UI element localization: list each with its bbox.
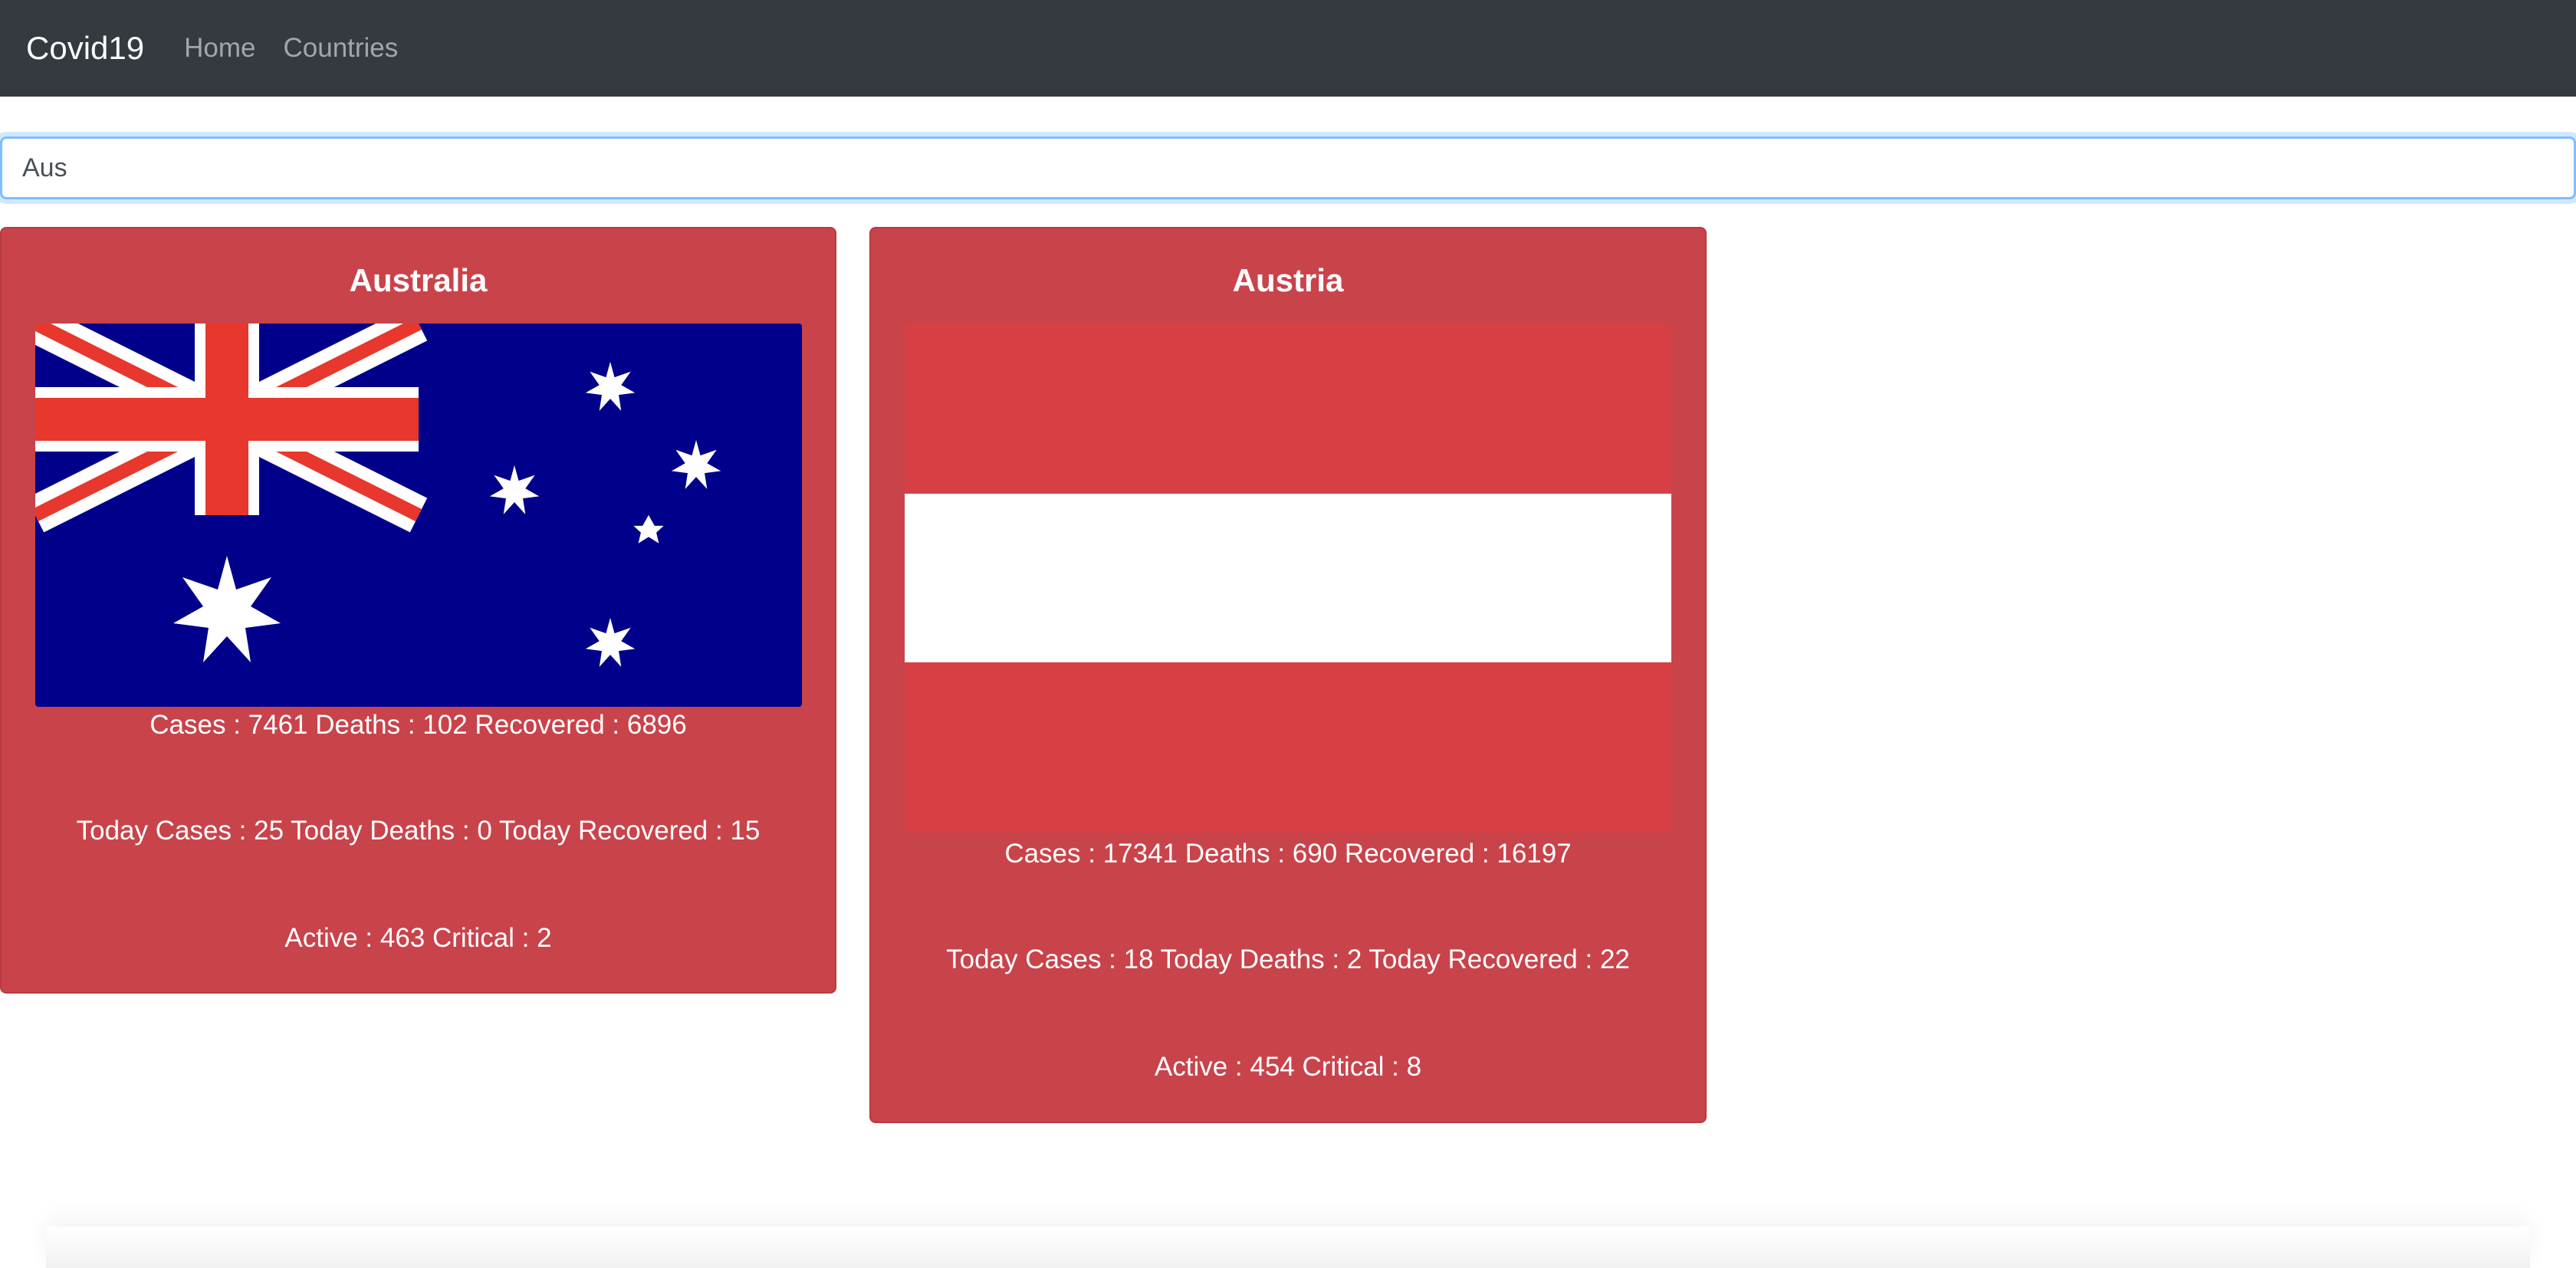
country-name: Austria [1232, 262, 1344, 298]
top-navbar: Covid19 Home Countries [0, 0, 2576, 97]
country-card-australia: Australia Cases : 7461 Deaths : 102 Reco… [0, 227, 836, 994]
stats-totals: Cases : 17341 Deaths : 690 Recovered : 1… [1004, 839, 1572, 869]
country-card-austria: Austria Cases : 17341 Deaths : 690 Recov… [869, 227, 1707, 1123]
austria-flag-icon [905, 324, 1671, 833]
page-bottom-shadow [46, 1227, 2530, 1268]
stats-today: Today Cases : 18 Today Deaths : 2 Today … [946, 944, 1630, 974]
stats-totals: Cases : 7461 Deaths : 102 Recovered : 68… [150, 710, 687, 740]
stats-active: Active : 454 Critical : 8 [1154, 1052, 1422, 1082]
nav-link-countries[interactable]: Countries [283, 33, 398, 64]
stats-today: Today Cases : 25 Today Deaths : 0 Today … [76, 816, 761, 846]
country-search-input[interactable] [0, 136, 2576, 199]
stats-active: Active : 463 Critical : 2 [284, 923, 552, 953]
nav-link-home[interactable]: Home [184, 33, 255, 64]
australia-flag-icon [35, 324, 802, 707]
country-name: Australia [349, 262, 488, 298]
brand-link[interactable]: Covid19 [26, 30, 144, 67]
